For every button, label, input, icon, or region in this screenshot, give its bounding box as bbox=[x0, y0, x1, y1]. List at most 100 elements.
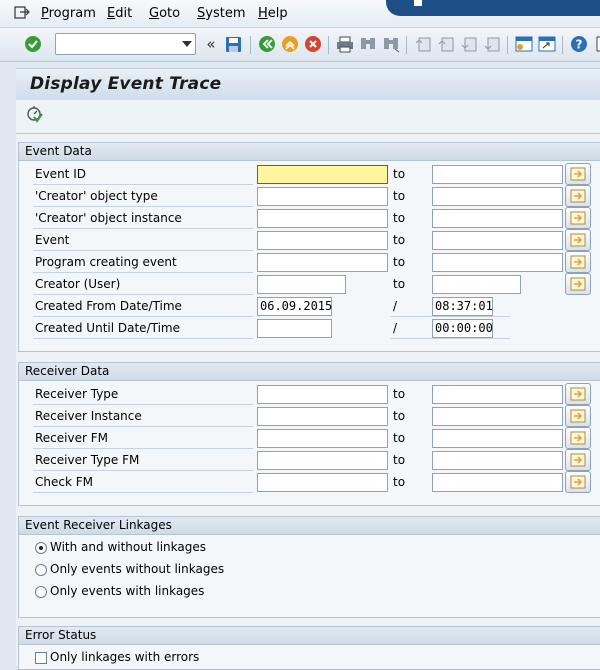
multiple-selection-button[interactable] bbox=[565, 251, 591, 273]
program-creating-event-from-input[interactable] bbox=[257, 253, 388, 272]
event-id-row: Event ID to bbox=[33, 163, 593, 185]
multiple-selection-icon bbox=[570, 409, 586, 423]
created-until-row: Created Until Date/Time / 00:00:00 bbox=[33, 317, 593, 339]
receiver-type-from-input[interactable] bbox=[257, 385, 388, 404]
menu-icon[interactable] bbox=[14, 6, 30, 20]
created-from-date-input[interactable]: 06.09.2015 bbox=[257, 297, 332, 316]
multiple-selection-icon bbox=[570, 431, 586, 445]
radio-button[interactable] bbox=[35, 542, 47, 554]
execute-icon[interactable] bbox=[26, 106, 44, 124]
menu-program[interactable]: Program bbox=[41, 6, 96, 21]
program-creating-event-label: Program creating event bbox=[35, 255, 177, 269]
event-to-input[interactable] bbox=[432, 231, 563, 250]
collapse-icon[interactable]: « bbox=[202, 35, 220, 53]
slash-label: / bbox=[393, 321, 398, 335]
receiver-type-fm-from-input[interactable] bbox=[257, 451, 388, 470]
last-page-icon[interactable] bbox=[483, 35, 501, 53]
multiple-selection-button[interactable] bbox=[565, 207, 591, 229]
receiver-type-to-input[interactable] bbox=[432, 385, 563, 404]
receiver-instance-label: Receiver Instance bbox=[35, 409, 142, 423]
multiple-selection-button[interactable] bbox=[565, 383, 591, 405]
page-title: Display Event Trace bbox=[30, 74, 222, 94]
multiple-selection-button[interactable] bbox=[565, 471, 591, 493]
check-fm-label: Check FM bbox=[35, 475, 93, 489]
create-session-icon[interactable] bbox=[515, 35, 533, 53]
to-label: to bbox=[393, 409, 406, 423]
checkbox-label: Only linkages with errors bbox=[50, 650, 200, 664]
multiple-selection-icon bbox=[570, 211, 586, 225]
event-id-to-input[interactable] bbox=[432, 165, 563, 184]
receiver-type-fm-to-input[interactable] bbox=[432, 451, 563, 470]
receiver-instance-from-input[interactable] bbox=[257, 407, 388, 426]
multiple-selection-icon bbox=[570, 167, 586, 181]
creator-object-instance-to-input[interactable] bbox=[432, 209, 563, 228]
created-until-label: Created Until Date/Time bbox=[35, 321, 180, 335]
creator-object-instance-label: 'Creator' object instance bbox=[35, 211, 182, 225]
multiple-selection-icon bbox=[570, 387, 586, 401]
creator-user-to-input[interactable] bbox=[432, 275, 521, 294]
chevron-down-icon[interactable] bbox=[182, 41, 192, 47]
creator-object-type-from-input[interactable] bbox=[257, 187, 388, 206]
event-label: Event bbox=[35, 233, 70, 247]
multiple-selection-button[interactable] bbox=[565, 427, 591, 449]
help-icon[interactable]: ? bbox=[570, 35, 588, 53]
event-id-label: Event ID bbox=[35, 167, 86, 181]
radio-button[interactable] bbox=[35, 564, 47, 576]
multiple-selection-button[interactable] bbox=[565, 163, 591, 185]
to-label: to bbox=[393, 387, 406, 401]
multiple-selection-icon bbox=[570, 233, 586, 247]
find-next-icon[interactable] bbox=[382, 35, 400, 53]
previous-page-icon[interactable] bbox=[437, 35, 455, 53]
program-creating-event-row: Program creating event to bbox=[33, 251, 593, 273]
print-icon[interactable] bbox=[336, 35, 354, 53]
creator-object-instance-from-input[interactable] bbox=[257, 209, 388, 228]
enter-icon[interactable] bbox=[24, 35, 42, 53]
multiple-selection-icon bbox=[570, 453, 586, 467]
only-linkages-with-errors-checkbox[interactable] bbox=[35, 652, 47, 664]
to-label: to bbox=[393, 255, 406, 269]
exit-icon[interactable] bbox=[281, 35, 299, 53]
created-from-label: Created From Date/Time bbox=[35, 299, 182, 313]
shortcut-icon[interactable] bbox=[538, 35, 556, 53]
layout-icon[interactable] bbox=[592, 35, 600, 53]
multiple-selection-button[interactable] bbox=[565, 449, 591, 471]
multiple-selection-button[interactable] bbox=[565, 229, 591, 251]
menu-system[interactable]: System bbox=[197, 6, 246, 21]
receiver-instance-to-input[interactable] bbox=[432, 407, 563, 426]
creator-object-type-to-input[interactable] bbox=[432, 187, 563, 206]
multiple-selection-button[interactable] bbox=[565, 405, 591, 427]
radio-button[interactable] bbox=[35, 586, 47, 598]
receiver-data-title: Receiver Data bbox=[19, 363, 600, 381]
back-icon[interactable] bbox=[258, 35, 276, 53]
receiver-fm-to-input[interactable] bbox=[432, 429, 563, 448]
to-label: to bbox=[393, 475, 406, 489]
menu-help[interactable]: Help bbox=[258, 6, 288, 21]
to-label: to bbox=[393, 453, 406, 467]
next-page-icon[interactable] bbox=[460, 35, 478, 53]
event-receiver-linkages-group: Event Receiver Linkages With and without… bbox=[18, 516, 600, 618]
event-from-input[interactable] bbox=[257, 231, 388, 250]
created-until-time-input[interactable]: 00:00:00 bbox=[432, 319, 493, 338]
find-icon[interactable] bbox=[359, 35, 377, 53]
receiver-fm-from-input[interactable] bbox=[257, 429, 388, 448]
check-fm-from-input[interactable] bbox=[257, 473, 388, 492]
application-toolbar bbox=[16, 100, 600, 134]
created-from-time-input[interactable]: 08:37:01 bbox=[432, 297, 493, 316]
created-until-date-input[interactable] bbox=[257, 319, 332, 338]
event-id-from-input[interactable] bbox=[257, 165, 388, 184]
program-creating-event-to-input[interactable] bbox=[432, 253, 563, 272]
to-label: to bbox=[393, 431, 406, 445]
multiple-selection-button[interactable] bbox=[565, 273, 591, 295]
receiver-fm-label: Receiver FM bbox=[35, 431, 108, 445]
command-field[interactable] bbox=[55, 33, 196, 55]
creator-user-from-input[interactable] bbox=[257, 275, 346, 294]
system-strip bbox=[386, 0, 600, 16]
first-page-icon[interactable] bbox=[414, 35, 432, 53]
multiple-selection-button[interactable] bbox=[565, 185, 591, 207]
check-fm-to-input[interactable] bbox=[432, 473, 563, 492]
menu-goto[interactable]: Goto bbox=[149, 6, 180, 21]
cancel-icon[interactable] bbox=[304, 35, 322, 53]
menu-edit[interactable]: Edit bbox=[107, 6, 132, 21]
save-icon[interactable] bbox=[224, 35, 242, 53]
radio-label: With and without linkages bbox=[50, 540, 206, 554]
